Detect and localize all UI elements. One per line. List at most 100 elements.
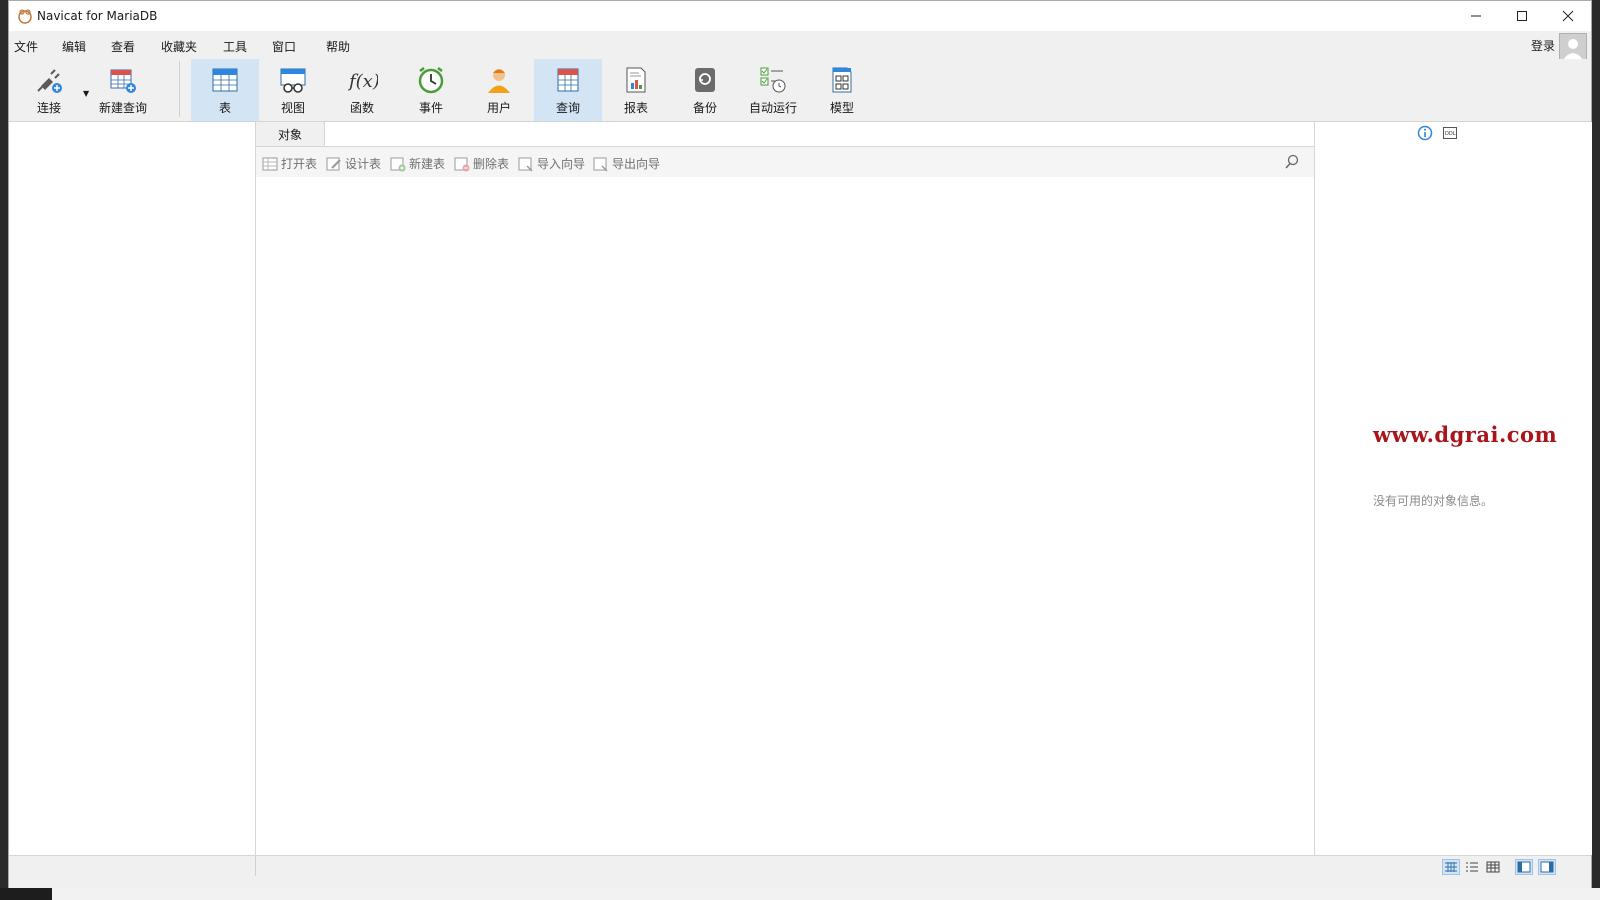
toolbar-separator (179, 61, 180, 117)
view-button[interactable]: 视图 (259, 59, 327, 121)
close-icon (1562, 10, 1574, 22)
grid-view-icon[interactable] (1442, 859, 1460, 875)
info-pane: DDL www.dgrai.com 没有可用的对象信息。 (1315, 122, 1592, 855)
function-button[interactable]: f(x) 函数 (328, 59, 396, 121)
menu-file[interactable]: 文件 (14, 38, 38, 55)
report-label: 报表 (623, 101, 648, 115)
table-button[interactable]: 表 (191, 59, 259, 121)
toggle-left-panel-icon[interactable] (1515, 859, 1533, 875)
delete-table-icon (454, 157, 470, 171)
tab-strip: 对象 (256, 122, 1314, 147)
model-label: 模型 (829, 101, 854, 115)
window-title: Navicat for MariaDB (37, 9, 158, 23)
query-button[interactable]: 查询 (534, 59, 602, 121)
title-bar: Navicat for MariaDB (9, 1, 1591, 31)
function-icon: f(x) (347, 71, 378, 92)
tab-objects[interactable]: 对象 (256, 122, 325, 146)
menu-bar: 文件 编辑 查看 收藏夹 工具 窗口 帮助 登录 (9, 31, 1591, 61)
backup-button[interactable]: 备份 (671, 59, 739, 121)
design-table-button[interactable]: 设计表 (326, 155, 381, 172)
menu-favorites[interactable]: 收藏夹 (161, 38, 197, 55)
automation-button[interactable]: 自动运行 (739, 59, 807, 121)
avatar[interactable] (1559, 33, 1587, 61)
tab-area-blank (325, 122, 1314, 146)
search-icon[interactable] (1284, 154, 1300, 170)
connect-dropdown-arrow[interactable]: ▼ (83, 89, 89, 98)
query-label: 查询 (555, 101, 580, 115)
desktop-background (0, 888, 1600, 900)
detail-view-icon[interactable] (1485, 860, 1501, 874)
event-label: 事件 (418, 101, 443, 115)
user-icon (488, 69, 510, 93)
close-button[interactable] (1545, 1, 1591, 31)
menu-window[interactable]: 窗口 (272, 38, 296, 55)
export-wizard-icon (593, 157, 608, 172)
menu-tools[interactable]: 工具 (223, 38, 247, 55)
no-object-info-message: 没有可用的对象信息。 (1373, 494, 1494, 508)
connect-label: 连接 (36, 101, 61, 115)
minimize-button[interactable] (1453, 1, 1499, 31)
user-avatar-icon (1563, 39, 1583, 60)
main-toolbar: 连接 ▼ 新建查询 表 视图 f(x) 函数 事件 用户 查询 报表 备份 自动… (9, 59, 1591, 122)
view-label: 视图 (280, 101, 305, 115)
export-wizard-button[interactable]: 导出向导 (593, 155, 660, 172)
export-wizard-label: 导出向导 (612, 157, 661, 171)
model-icon (832, 67, 852, 93)
tab-objects-label: 对象 (277, 127, 302, 142)
ddl-icon[interactable]: DDL (1442, 125, 1458, 141)
delete-table-label: 删除表 (473, 157, 510, 171)
list-view-icon[interactable] (1464, 860, 1480, 874)
object-toolbar: 打开表 设计表 新建表 删除表 导入向导 导出向导 (256, 147, 1314, 177)
alarm-clock-icon (418, 67, 444, 94)
toggle-right-panel-icon[interactable] (1538, 859, 1556, 875)
model-button[interactable]: 模型 (808, 59, 876, 121)
user-label: 用户 (486, 101, 511, 115)
status-divider (255, 856, 256, 876)
svg-text:DDL: DDL (1445, 131, 1456, 137)
main-window: Navicat for MariaDB 文件 编辑 查看 收藏夹 工具 窗口 帮… (8, 0, 1592, 889)
info-icon[interactable] (1417, 125, 1433, 141)
view-icon (280, 68, 306, 93)
navicat-logo-icon (18, 9, 32, 24)
new-query-button[interactable]: 新建查询 (95, 59, 151, 121)
import-wizard-label: 导入向导 (537, 157, 586, 171)
report-icon (626, 67, 646, 93)
menu-edit[interactable]: 编辑 (62, 38, 86, 55)
open-table-button[interactable]: 打开表 (262, 155, 317, 172)
event-button[interactable]: 事件 (397, 59, 465, 121)
object-pane: 对象 打开表 设计表 新建表 删除表 导入向导 导出向导 (256, 122, 1315, 855)
automation-icon (760, 67, 786, 93)
backup-label: 备份 (692, 101, 717, 115)
svg-text:f(x): f(x) (347, 71, 378, 92)
menu-help[interactable]: 帮助 (326, 38, 350, 55)
status-bar (9, 855, 1591, 889)
table-icon (212, 68, 238, 92)
desktop-background-strip (52, 888, 1600, 900)
backup-icon (695, 68, 715, 92)
open-table-label: 打开表 (281, 157, 318, 171)
menu-view[interactable]: 查看 (111, 38, 135, 55)
automation-label: 自动运行 (748, 101, 797, 115)
report-button[interactable]: 报表 (602, 59, 670, 121)
design-table-icon (326, 157, 341, 170)
minimize-icon (1471, 15, 1481, 17)
new-table-label: 新建表 (409, 157, 446, 171)
delete-table-button[interactable]: 删除表 (454, 155, 509, 172)
maximize-button[interactable] (1499, 1, 1545, 31)
user-button[interactable]: 用户 (465, 59, 533, 121)
table-label: 表 (218, 101, 231, 115)
new-table-button[interactable]: 新建表 (390, 155, 445, 172)
plug-icon (37, 69, 62, 93)
connection-tree-pane[interactable] (9, 122, 256, 855)
connect-button[interactable]: 连接 (21, 59, 77, 121)
maximize-icon (1517, 11, 1527, 21)
new-table-icon (390, 157, 406, 171)
query-icon (557, 68, 579, 92)
new-query-icon (110, 69, 136, 93)
import-wizard-icon (518, 157, 533, 172)
watermark-text: www.dgrai.com (1373, 422, 1558, 447)
import-wizard-button[interactable]: 导入向导 (518, 155, 585, 172)
new-query-label: 新建查询 (98, 101, 147, 115)
design-table-label: 设计表 (345, 157, 382, 171)
login-link[interactable]: 登录 (1531, 37, 1555, 54)
